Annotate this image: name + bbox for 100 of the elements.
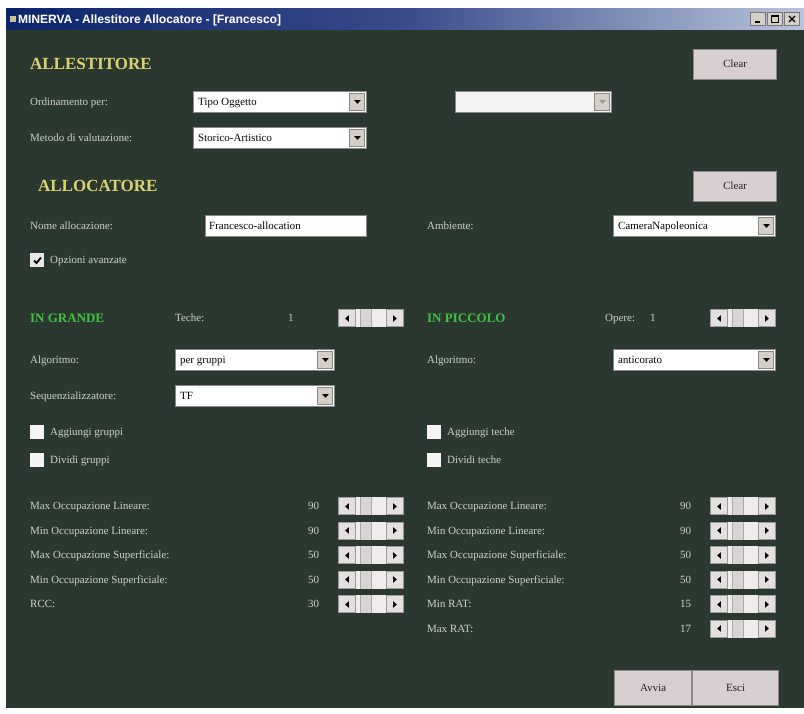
right-arrow-icon (765, 527, 769, 534)
limit-label: Min Occupazione Lineare: (427, 524, 546, 537)
checkbox-label: Dividi gruppi (50, 454, 110, 466)
scroll-bar[interactable] (338, 497, 404, 516)
scroll-bar[interactable] (338, 595, 404, 614)
limit-value: 17 (680, 622, 692, 635)
checkbox[interactable] (427, 453, 441, 467)
left-arrow-icon (717, 600, 721, 608)
clear-button[interactable]: Clear (693, 170, 777, 202)
caret-icon (598, 100, 606, 104)
right-arrow-icon (765, 576, 769, 584)
dropdown[interactable]: TF (175, 385, 335, 407)
checkbox[interactable] (30, 453, 44, 467)
left-arrow-icon (717, 314, 721, 322)
limit-label: Min Occupazione Lineare: (30, 524, 149, 537)
limit-value: 15 (680, 598, 692, 610)
close-icon (788, 15, 796, 23)
minimize-button[interactable] (750, 12, 766, 26)
scroll-bar[interactable] (338, 570, 404, 589)
section-heading: ALLESTITORE (30, 54, 152, 74)
dropdown[interactable]: Tipo Oggetto (193, 91, 367, 113)
left-arrow-icon (345, 600, 349, 608)
right-arrow-icon (393, 600, 397, 608)
scroll-bar[interactable] (710, 546, 776, 564)
right-arrow-icon (393, 502, 397, 510)
count-value: 1 (288, 312, 294, 324)
caret-icon (762, 224, 770, 228)
section-heading: ALLOCATORE (38, 176, 158, 196)
limit-label: Max Occupazione Superficiale: (30, 549, 170, 562)
limit-label: Max Occupazione Lineare: (427, 500, 548, 512)
scroll-bar[interactable] (338, 522, 404, 540)
caret-icon (322, 394, 328, 398)
checkbox-label: Dividi teche (447, 454, 502, 466)
limit-value: 50 (308, 574, 320, 586)
limit-value: 30 (308, 598, 320, 610)
app-icon (10, 16, 16, 22)
right-arrow-icon (393, 527, 397, 534)
field-label: Metodo di valutazione: (30, 132, 134, 144)
dropdown[interactable]: Storico-Artistico (193, 127, 367, 149)
field-label: Algoritmo: (427, 354, 477, 366)
left-arrow-icon (717, 625, 721, 632)
scroll-bar[interactable] (338, 546, 404, 564)
close-button[interactable] (784, 12, 800, 26)
left-arrow-icon (345, 552, 349, 559)
right-arrow-icon (393, 552, 397, 559)
checkbox[interactable] (427, 425, 441, 439)
right-arrow-icon (765, 625, 769, 632)
left-arrow-icon (717, 552, 721, 559)
maximize-button[interactable] (767, 12, 783, 26)
field-label: Ordinamento per: (30, 96, 109, 108)
field-label: Algoritmo: (30, 354, 80, 366)
limit-label: RCC: (30, 598, 56, 610)
limit-value: 90 (680, 524, 692, 537)
limit-value: 50 (680, 549, 692, 562)
start-button[interactable]: Avvia (614, 670, 692, 706)
field-label: Nome allocazione: (30, 220, 114, 232)
right-arrow-icon (765, 600, 769, 608)
section-heading: IN GRANDE (30, 310, 106, 326)
limit-value: 90 (308, 500, 320, 512)
dropdown[interactable]: per gruppi (175, 349, 335, 371)
dropdown[interactable]: anticorato (613, 349, 776, 371)
clear-button[interactable]: Clear (693, 48, 777, 80)
left-arrow-icon (345, 527, 349, 534)
exit-button[interactable]: Esci (692, 670, 779, 706)
left-arrow-icon (345, 314, 349, 322)
scroll-bar[interactable] (710, 570, 776, 589)
caret-icon (354, 100, 360, 104)
checkbox[interactable] (30, 253, 44, 267)
scroll-bar[interactable] (710, 309, 776, 327)
left-arrow-icon (345, 576, 349, 584)
section-heading: IN PICCOLO (427, 310, 506, 326)
field-label: Sequenzializzatore: (30, 390, 118, 402)
limit-label: Max RAT: (427, 622, 474, 635)
scroll-bar[interactable] (338, 309, 404, 327)
caret-icon (762, 358, 770, 362)
scroll-bar[interactable] (710, 522, 776, 540)
right-arrow-icon (765, 502, 769, 510)
scroll-bar[interactable] (710, 497, 776, 516)
scroll-bar[interactable] (710, 620, 776, 638)
limit-label: Max Occupazione Lineare: (30, 500, 151, 512)
count-label: Opere: (605, 312, 636, 324)
right-arrow-icon (765, 552, 769, 559)
count-label: Teche: (175, 312, 206, 324)
checkbox-label: Opzioni avanzate (50, 254, 127, 266)
window-title: MINERVA - Allestitore Allocatore - [Francesco] (18, 12, 281, 26)
right-arrow-icon (393, 314, 397, 322)
caret-icon (322, 358, 328, 362)
left-arrow-icon (717, 502, 721, 510)
left-arrow-icon (717, 527, 721, 534)
name-field[interactable]: Francesco-allocation (205, 215, 367, 237)
limit-value: 50 (680, 574, 692, 586)
limit-label: Min RAT: (427, 598, 472, 610)
limit-value: 90 (680, 500, 692, 512)
limit-value: 90 (308, 524, 320, 537)
dropdown[interactable]: CameraNapoleonica (613, 215, 776, 237)
checkbox[interactable] (30, 425, 44, 439)
limit-label: Max Occupazione Superficiale: (427, 549, 568, 562)
count-value: 1 (650, 312, 656, 324)
left-arrow-icon (717, 576, 721, 584)
scroll-bar[interactable] (710, 595, 776, 614)
